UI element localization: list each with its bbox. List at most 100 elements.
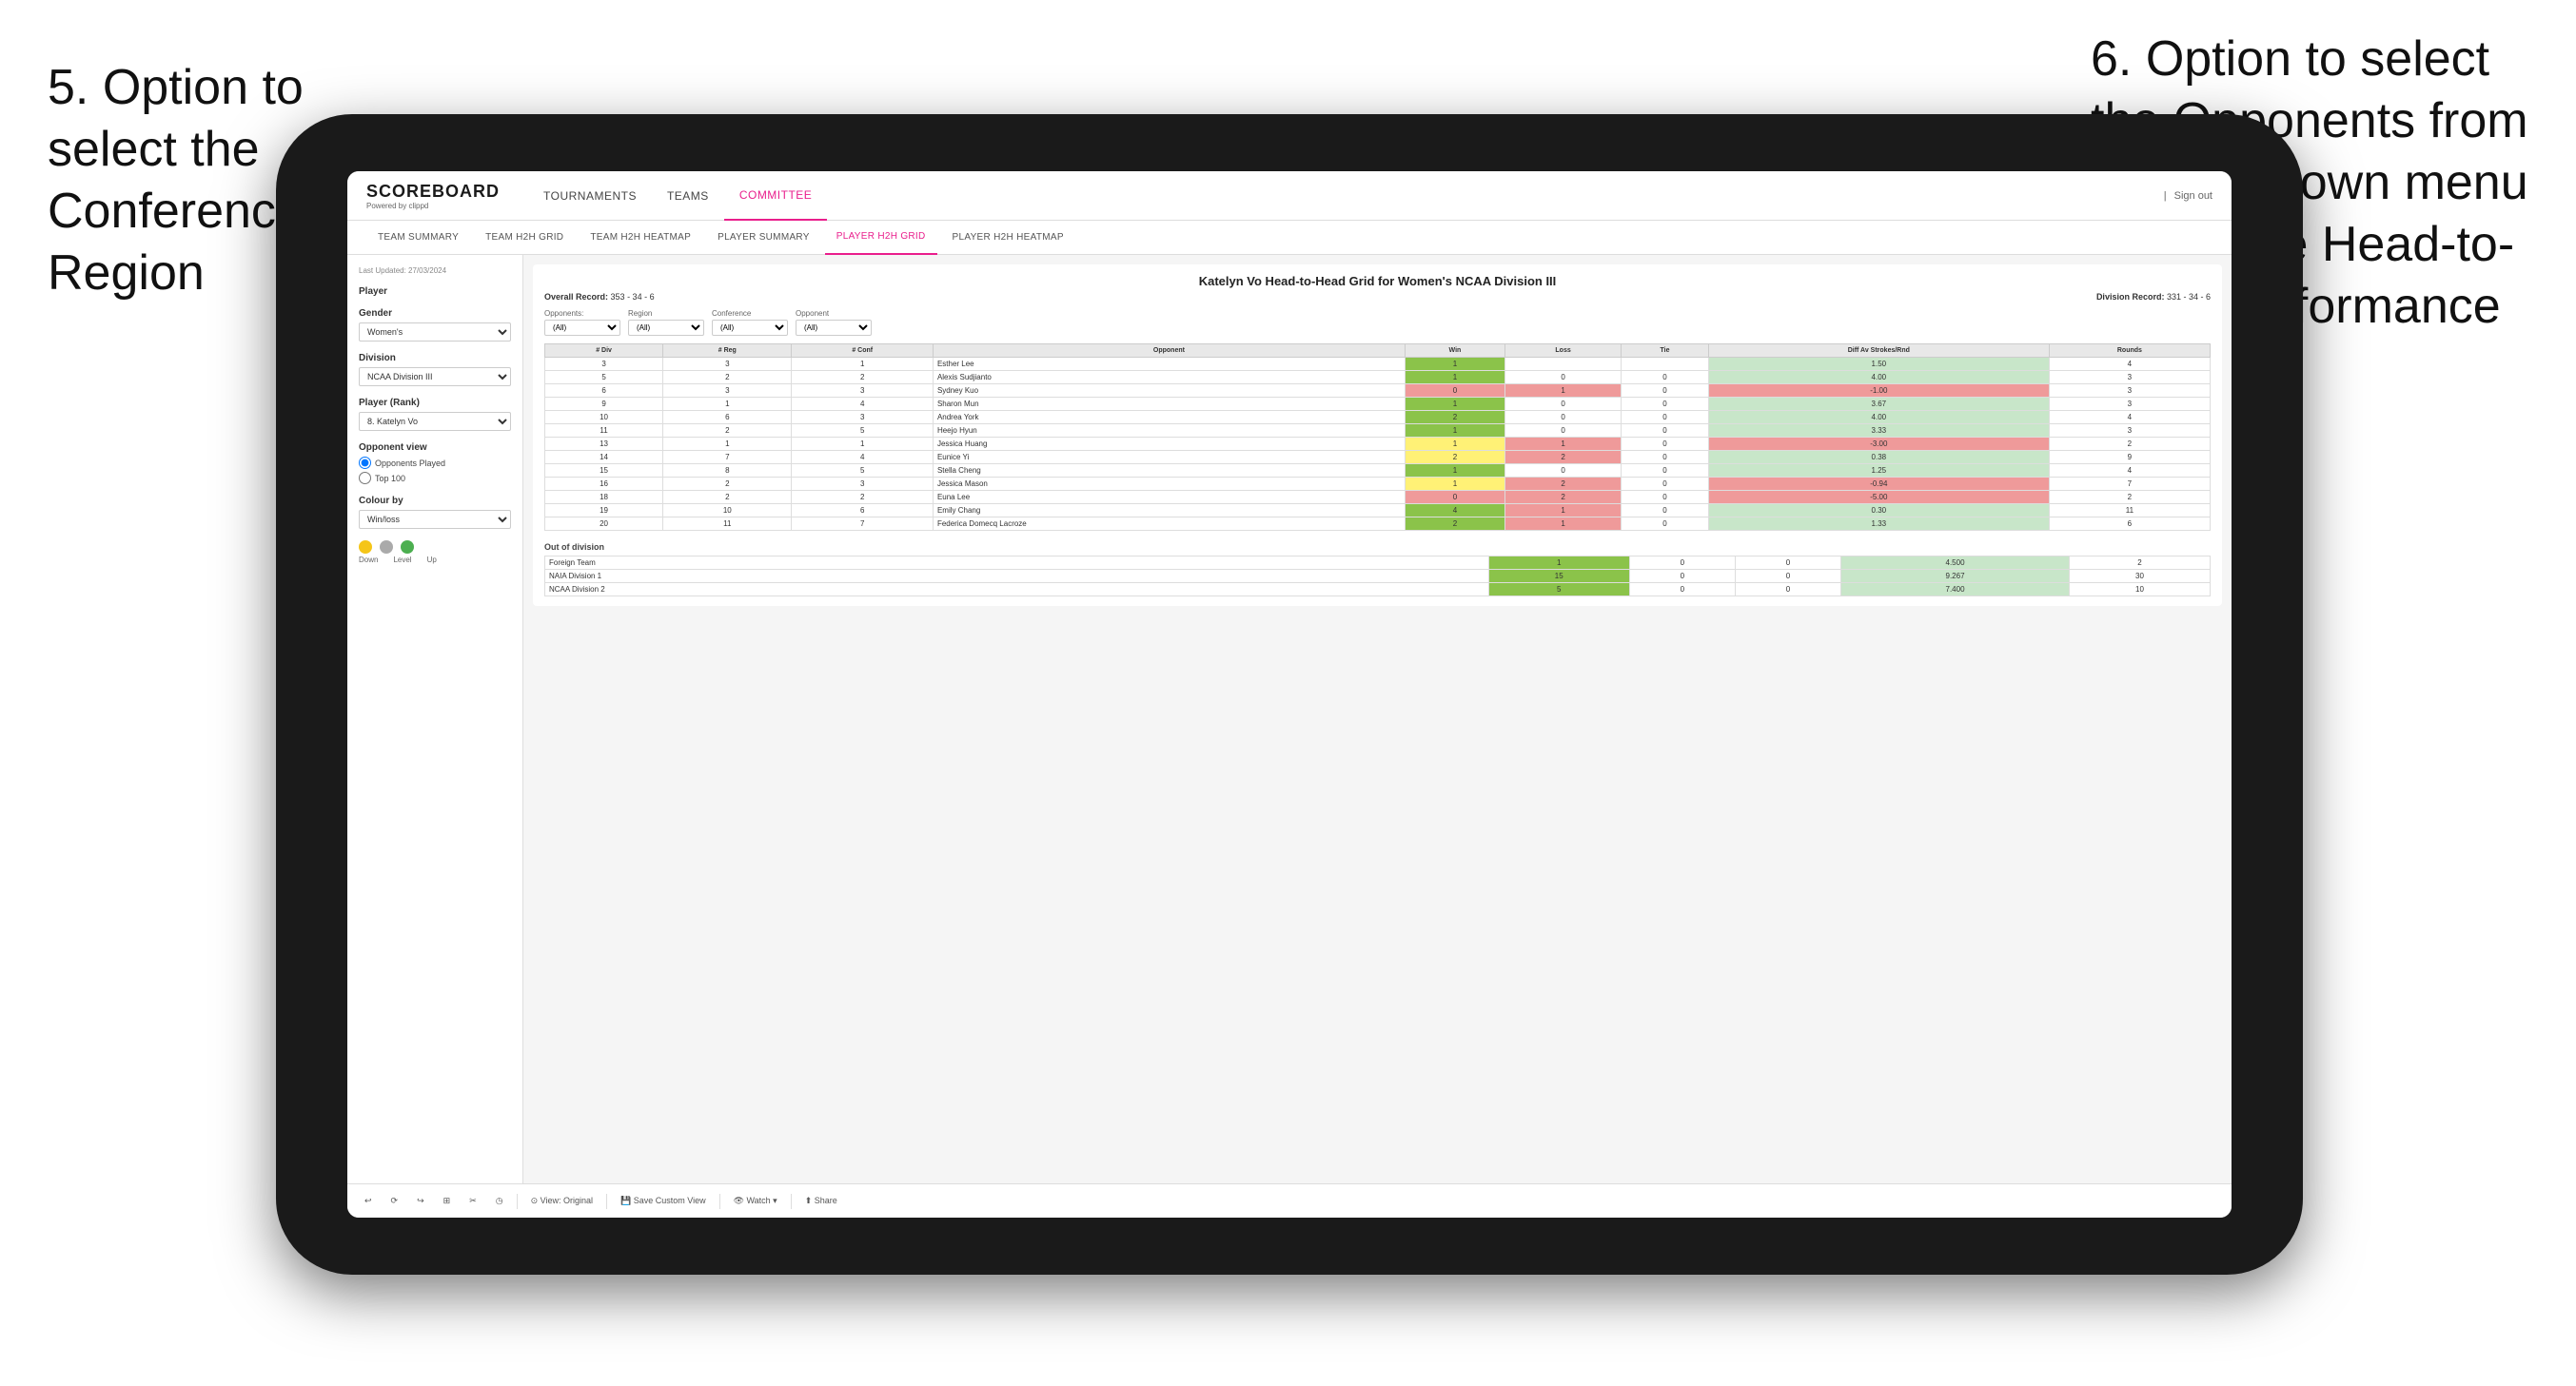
cell-conf: 1 (792, 438, 933, 451)
cell-diff: 1.33 (1708, 517, 2049, 531)
nav-teams[interactable]: TEAMS (652, 171, 724, 221)
toolbar-sep1 (517, 1194, 518, 1209)
cell-loss: 0 (1504, 371, 1621, 384)
toolbar-undo[interactable]: ↩ (359, 1194, 378, 1208)
toolbar-btn2[interactable]: ⟳ (385, 1194, 404, 1208)
cell-tie: 0 (1622, 371, 1709, 384)
cell-diff: 1.25 (1708, 464, 2049, 478)
cell-loss: 2 (1504, 491, 1621, 504)
cell-opponent: Euna Lee (933, 491, 1405, 504)
cell-loss: 0 (1504, 411, 1621, 424)
region-filter-select[interactable]: (All) (628, 320, 704, 336)
cell-conf: 2 (792, 491, 933, 504)
cell-rounds: 3 (2049, 371, 2210, 384)
colour-select[interactable]: Win/loss (359, 510, 511, 529)
gender-select[interactable]: Women's (359, 322, 511, 342)
legend-level: Level (393, 556, 411, 564)
cell-opponent: Andrea York (933, 411, 1405, 424)
cell-diff: -0.94 (1708, 478, 2049, 491)
cell-conf: 3 (792, 411, 933, 424)
bottom-toolbar: ↩ ⟳ ↪ ⊞ ✂ ◷ ⊙ View: Original 💾 Save Cust… (347, 1183, 2232, 1218)
cell-conf: 3 (792, 478, 933, 491)
last-updated: Last Updated: 27/03/2024 (359, 266, 511, 275)
cell-conf: 4 (792, 451, 933, 464)
cell-reg: 2 (663, 424, 792, 438)
cell-win: 0 (1405, 491, 1504, 504)
cell-win: 1 (1405, 438, 1504, 451)
conference-filter-select[interactable]: (All) (712, 320, 788, 336)
out-cell-diff: 9.267 (1841, 570, 2070, 583)
cell-rounds: 4 (2049, 358, 2210, 371)
subnav-player-h2h-grid[interactable]: PLAYER H2H GRID (825, 221, 937, 255)
conference-filter-group: Conference (All) (712, 309, 788, 336)
sign-out-link[interactable]: Sign out (2174, 190, 2212, 202)
out-cell-loss: 0 (1629, 583, 1735, 596)
out-table-row: Foreign Team 1 0 0 4.500 2 (545, 556, 2211, 570)
cell-win: 1 (1405, 478, 1504, 491)
subnav-team-h2h-heatmap[interactable]: TEAM H2H HEATMAP (579, 221, 702, 255)
toolbar-view-original[interactable]: ⊙ View: Original (525, 1194, 599, 1208)
records-row: Overall Record: 353 - 34 - 6 Division Re… (544, 292, 2211, 302)
radio-top100[interactable]: Top 100 (359, 472, 511, 484)
cell-loss: 0 (1504, 424, 1621, 438)
toolbar-save-custom[interactable]: 💾 Save Custom View (615, 1194, 712, 1208)
main-data-table: # Div # Reg # Conf Opponent Win Loss Tie… (544, 343, 2211, 531)
toolbar-btn5[interactable]: ✂ (463, 1194, 482, 1208)
filter-row: Opponents: (All) Region (All) (544, 309, 2211, 336)
nav-tournaments[interactable]: TOURNAMENTS (528, 171, 652, 221)
region-filter-group: Region (All) (628, 309, 704, 336)
cell-conf: 5 (792, 424, 933, 438)
cell-tie: 0 (1622, 438, 1709, 451)
cell-div: 10 (545, 411, 663, 424)
opponent-view-label: Opponent view (359, 442, 511, 453)
cell-win: 2 (1405, 517, 1504, 531)
opponents-filter-select[interactable]: (All) (544, 320, 620, 336)
out-cell-loss: 0 (1629, 570, 1735, 583)
out-of-division-table: Foreign Team 1 0 0 4.500 2 NAIA Division… (544, 556, 2211, 596)
division-select[interactable]: NCAA Division III (359, 367, 511, 386)
cell-rounds: 2 (2049, 491, 2210, 504)
table-row: 15 8 5 Stella Cheng 1 0 0 1.25 4 (545, 464, 2211, 478)
table-row: 6 3 3 Sydney Kuo 0 1 0 -1.00 3 (545, 384, 2211, 398)
main-content: Last Updated: 27/03/2024 Player Gender W… (347, 255, 2232, 1183)
sub-nav: TEAM SUMMARY TEAM H2H GRID TEAM H2H HEAT… (347, 221, 2232, 255)
cell-opponent: Sydney Kuo (933, 384, 1405, 398)
cell-reg: 2 (663, 478, 792, 491)
subnav-player-h2h-heatmap[interactable]: PLAYER H2H HEATMAP (941, 221, 1075, 255)
app-header: SCOREBOARD Powered by clippd TOURNAMENTS… (347, 171, 2232, 221)
player-rank-select[interactable]: 8. Katelyn Vo (359, 412, 511, 431)
legend-down: Down (359, 556, 378, 564)
subnav-team-summary[interactable]: TEAM SUMMARY (366, 221, 470, 255)
out-cell-rounds: 30 (2069, 570, 2210, 583)
cell-diff: 4.00 (1708, 411, 2049, 424)
cell-loss: 1 (1504, 517, 1621, 531)
cell-opponent: Jessica Huang (933, 438, 1405, 451)
toolbar-watch[interactable]: 👁 Watch ▾ (728, 1194, 783, 1208)
toolbar-share[interactable]: ⬆ Share (799, 1194, 843, 1208)
cell-div: 9 (545, 398, 663, 411)
region-filter-label: Region (628, 309, 704, 318)
toolbar-redo[interactable]: ↪ (411, 1194, 430, 1208)
col-rounds: Rounds (2049, 344, 2210, 358)
colour-section: Colour by Win/loss (359, 496, 511, 529)
nav-committee[interactable]: COMMITTEE (724, 171, 828, 221)
out-of-division-label: Out of division (544, 542, 2211, 552)
cell-rounds: 4 (2049, 464, 2210, 478)
cell-div: 18 (545, 491, 663, 504)
cell-loss: 0 (1504, 398, 1621, 411)
cell-opponent: Emily Chang (933, 504, 1405, 517)
toolbar-btn4[interactable]: ⊞ (438, 1194, 457, 1208)
cell-rounds: 3 (2049, 424, 2210, 438)
cell-win: 1 (1405, 398, 1504, 411)
toolbar-btn6[interactable]: ◷ (490, 1194, 509, 1208)
cell-div: 19 (545, 504, 663, 517)
opponent-filter-select[interactable]: (All) (796, 320, 872, 336)
subnav-team-h2h-grid[interactable]: TEAM H2H GRID (474, 221, 575, 255)
table-row: 14 7 4 Eunice Yi 2 2 0 0.38 9 (545, 451, 2211, 464)
subnav-player-summary[interactable]: PLAYER SUMMARY (706, 221, 821, 255)
circle-up (401, 540, 414, 554)
cell-div: 5 (545, 371, 663, 384)
col-loss: Loss (1504, 344, 1621, 358)
radio-opponents-played[interactable]: Opponents Played (359, 457, 511, 469)
out-cell-tie: 0 (1735, 556, 1840, 570)
